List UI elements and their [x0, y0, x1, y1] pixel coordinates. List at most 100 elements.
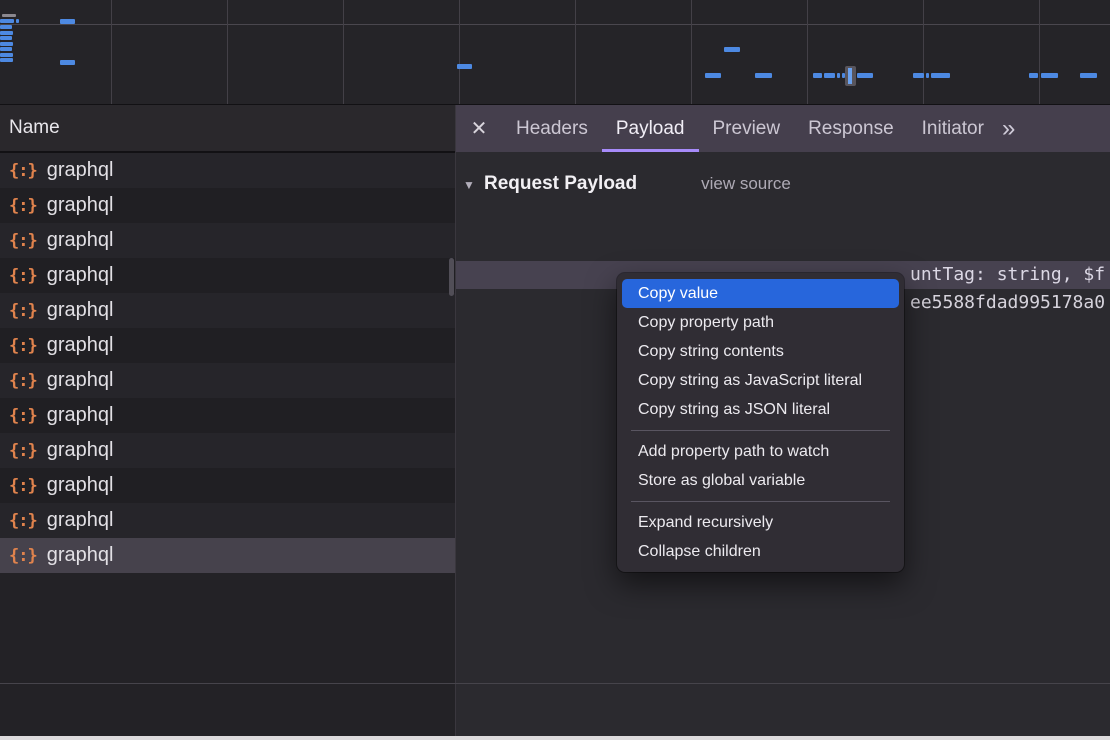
request-row-graphql[interactable]: {:}graphql: [0, 258, 455, 293]
request-row-graphql[interactable]: {:} graphql: [0, 398, 455, 433]
json-braces-icon: {:}: [9, 231, 37, 251]
json-braces-icon: {:}: [9, 476, 37, 496]
payload-row-operation-name[interactable]: operationName:"ipFlowTimeseries": [456, 233, 1110, 261]
json-braces-icon: {:}: [9, 301, 37, 321]
network-timeline-bar[interactable]: [0, 53, 13, 57]
network-timeline-bar[interactable]: [931, 73, 950, 78]
context-menu-separator: [631, 430, 890, 431]
request-name-label: graphql: [47, 369, 114, 392]
context-menu-separator: [631, 501, 890, 502]
tab-payload[interactable]: Payload: [602, 105, 699, 152]
tab-initiator[interactable]: Initiator: [908, 105, 998, 152]
network-timeline-bar[interactable]: [0, 25, 12, 29]
menu-item-expand-recursively[interactable]: Expand recursively: [617, 508, 904, 537]
overview-horizontal-gridline: [0, 24, 1110, 25]
json-braces-icon: {:}: [9, 511, 37, 531]
name-column-header[interactable]: Name: [0, 105, 455, 153]
menu-item-copy-property-path[interactable]: Copy property path: [617, 308, 904, 337]
menu-item-collapse-children[interactable]: Collapse children: [617, 537, 904, 566]
variables-preview-fragment: ee5588fdad995178a0: [910, 289, 1105, 317]
scrollbar-thumb[interactable]: [449, 258, 454, 296]
menu-item-store-as-global-variable[interactable]: Store as global variable: [617, 466, 904, 495]
json-braces-icon: {:}: [9, 336, 37, 356]
menu-item-copy-string-as-json-literal[interactable]: Copy string as JSON literal: [617, 395, 904, 424]
property-value-right-fragment: untTag: string, $f: [910, 261, 1105, 289]
network-timeline-bar[interactable]: [1029, 73, 1038, 78]
overview-gridline: [923, 0, 924, 104]
close-icon[interactable]: ✕: [456, 116, 502, 141]
network-timeline-bar[interactable]: [0, 47, 12, 51]
selected-request-bar: [848, 68, 852, 84]
menu-item-copy-value[interactable]: Copy value: [622, 279, 899, 308]
request-row-graphql[interactable]: {:}graphql: [0, 153, 455, 188]
request-payload-section: ▼ Request Payload view source: [456, 166, 1110, 200]
disclosure-expanded-icon[interactable]: ▼: [463, 168, 477, 202]
json-braces-icon: {:}: [9, 406, 37, 426]
network-timeline-bar[interactable]: [813, 73, 822, 78]
network-timeline-bar[interactable]: [0, 36, 12, 40]
request-payload-title: Request Payload: [484, 173, 637, 194]
network-timeline-bar[interactable]: [0, 31, 13, 35]
tab-response[interactable]: Response: [794, 105, 908, 152]
network-timeline-bar[interactable]: [705, 73, 721, 78]
tab-headers[interactable]: Headers: [502, 105, 602, 152]
more-tabs-icon[interactable]: »: [1002, 105, 1015, 152]
menu-item-copy-string-as-javascript-literal[interactable]: Copy string as JavaScript literal: [617, 366, 904, 395]
network-timeline-bar[interactable]: [60, 60, 75, 65]
context-menu: Copy valueCopy property pathCopy string …: [617, 273, 904, 572]
network-timeline-bar[interactable]: [0, 58, 13, 62]
request-row-graphql[interactable]: {:} graphql: [0, 328, 455, 363]
json-braces-icon: {:}: [9, 161, 37, 181]
menu-item-copy-string-contents[interactable]: Copy string contents: [617, 337, 904, 366]
view-source-link[interactable]: view source: [701, 174, 791, 193]
overview-gridline: [459, 0, 460, 104]
network-timeline-bar[interactable]: [755, 73, 772, 78]
network-timeline-bar[interactable]: [926, 73, 929, 78]
network-timeline-bar[interactable]: [837, 73, 840, 78]
payload-root-row[interactable]: ▼{operationName: "ipFlowTimeseries", var…: [456, 205, 1110, 233]
request-name-label: graphql: [47, 229, 114, 252]
request-name-label: graphql: [47, 439, 114, 462]
request-row-graphql[interactable]: {:}graphql: [0, 503, 455, 538]
network-timeline-bar[interactable]: [0, 19, 14, 23]
request-list: {:} graphql {:} graphql {:} graphql {:} graphql…: [0, 153, 455, 573]
request-row-graphql[interactable]: {:}graphql: [0, 188, 455, 223]
tab-preview[interactable]: Preview: [699, 105, 795, 152]
network-timeline-bar[interactable]: [1041, 73, 1058, 78]
overview-gridline: [343, 0, 344, 104]
detail-tabbar: ✕ HeadersPayloadPreviewResponseInitiator…: [456, 105, 1110, 152]
overview-gridline: [691, 0, 692, 104]
request-row-graphql[interactable]: {:} graphql: [0, 468, 455, 503]
network-timeline-bar[interactable]: [2, 14, 16, 17]
json-braces-icon: {:}: [9, 441, 37, 461]
network-timeline-bar[interactable]: [16, 19, 19, 23]
network-overview-timeline[interactable]: [0, 0, 1110, 105]
request-name-label: graphql: [47, 404, 114, 427]
network-timeline-bar[interactable]: [1080, 73, 1097, 78]
overview-gridline: [111, 0, 112, 104]
request-name-label: graphql: [47, 544, 114, 567]
network-timeline-bar[interactable]: [824, 73, 835, 78]
request-row-graphql[interactable]: {:} graphql: [0, 293, 455, 328]
devtools-network-panel: Name {:}graphql{:}graphql{:}graphql{:}gr…: [0, 0, 1110, 740]
request-name-label: graphql: [47, 474, 114, 497]
request-list-pane: Name {:}graphql{:}graphql{:}graphql{:}gr…: [0, 105, 455, 736]
request-row-graphql[interactable]: {:} graphql: [0, 363, 455, 398]
request-row-graphql[interactable]: {:}graphql: [0, 538, 455, 573]
request-name-label: graphql: [47, 334, 114, 357]
overview-gridline: [1039, 0, 1040, 104]
network-timeline-bar[interactable]: [857, 73, 873, 78]
window-bottom-edge: [0, 736, 1110, 740]
overview-gridline: [227, 0, 228, 104]
request-name-label: graphql: [47, 299, 114, 322]
request-row-graphql[interactable]: {:} graphql: [0, 433, 455, 468]
network-timeline-bar[interactable]: [60, 19, 75, 24]
request-name-label: graphql: [47, 194, 114, 217]
menu-item-add-property-path-to-watch[interactable]: Add property path to watch: [617, 437, 904, 466]
request-row-graphql[interactable]: {:} graphql: [0, 223, 455, 258]
json-braces-icon: {:}: [9, 371, 37, 391]
network-timeline-bar[interactable]: [0, 42, 13, 46]
network-timeline-bar[interactable]: [724, 47, 740, 52]
network-timeline-bar[interactable]: [913, 73, 924, 78]
network-timeline-bar[interactable]: [457, 64, 472, 69]
